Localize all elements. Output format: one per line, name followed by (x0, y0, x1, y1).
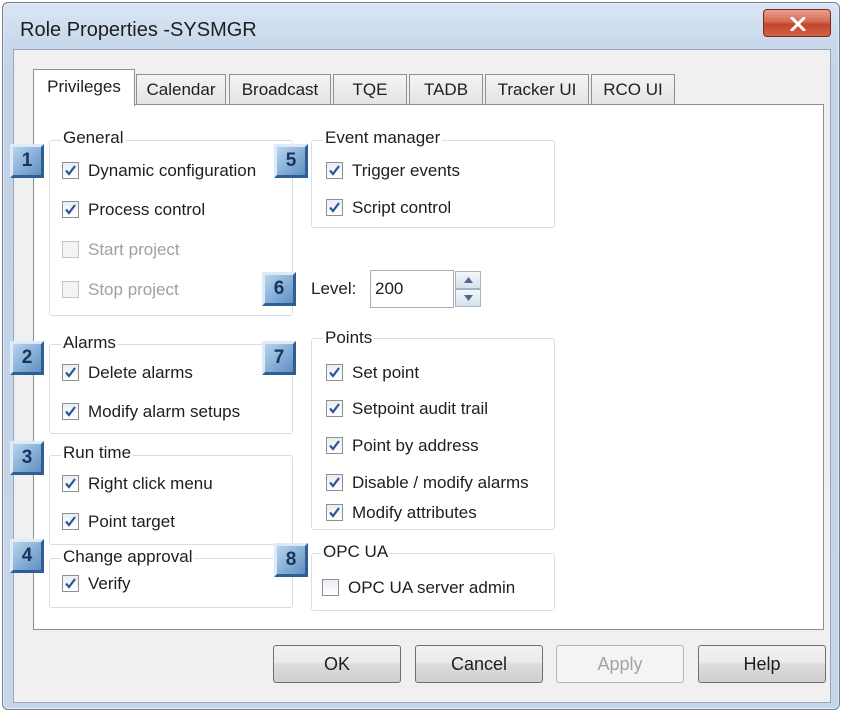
tab-label: TADB (423, 80, 469, 99)
checkbox-label: Verify (88, 574, 131, 593)
arrow-up-icon (464, 277, 473, 283)
apply-button[interactable]: Apply (556, 645, 684, 683)
checkbox-box (326, 199, 343, 216)
checkbox-label: Dynamic configuration (88, 161, 257, 180)
checkbox-box (326, 400, 343, 417)
checkbox-label: Delete alarms (88, 363, 193, 382)
checkbox-box (326, 437, 343, 454)
arrow-down-icon (464, 295, 473, 301)
checkbox-box (62, 241, 79, 258)
checkbox-label: Setpoint audit trail (352, 399, 489, 418)
checkmark-icon (329, 165, 340, 176)
checkmark-icon (329, 202, 340, 213)
opc-ua-group-title: OPC UA (321, 542, 391, 562)
close-button[interactable] (763, 9, 831, 37)
checkbox-label: Point target (88, 512, 175, 531)
checkbox-box (62, 513, 79, 530)
level-spin-up-button[interactable] (455, 271, 481, 289)
general-group-title: General (61, 128, 126, 148)
checkbox-box (62, 281, 79, 298)
cancel-button[interactable]: Cancel (415, 645, 543, 683)
help-button[interactable]: Help (698, 645, 826, 683)
tab-label: Privileges (47, 77, 121, 96)
tab-tadb[interactable]: TADB (409, 74, 483, 105)
checkmark-icon (329, 477, 340, 488)
checkmark-icon (329, 403, 340, 414)
callout-marker-7: 7 (262, 341, 296, 375)
checkbox-label: Point by address (352, 436, 479, 455)
callout-marker-3: 3 (10, 441, 44, 475)
checkbox-box (62, 403, 79, 420)
level-spin-down-button[interactable] (455, 289, 481, 307)
tab-privileges[interactable]: Privileges (33, 69, 135, 106)
callout-marker-5: 5 (274, 144, 308, 178)
checkbox-box (62, 475, 79, 492)
level-label: Level: (311, 279, 357, 298)
tab-broadcast[interactable]: Broadcast (229, 74, 331, 105)
checkbox-box (62, 364, 79, 381)
callout-marker-6: 6 (262, 272, 296, 306)
callout-marker-8: 8 (274, 543, 308, 577)
checkbox-box (326, 504, 343, 521)
checkbox-box (326, 364, 343, 381)
tab-label: Tracker UI (497, 80, 577, 99)
tab-tqe[interactable]: TQE (333, 74, 407, 105)
checkbox-label: Trigger events (352, 161, 461, 180)
checkbox-label: Script control (352, 198, 452, 217)
checkbox-label: Right click menu (88, 474, 213, 493)
checkmark-icon (65, 578, 76, 589)
checkbox-box (322, 579, 339, 596)
checkmark-icon (65, 478, 76, 489)
tab-tracker-ui[interactable]: Tracker UI (485, 74, 589, 105)
tab-rco-ui[interactable]: RCO UI (591, 74, 675, 105)
checkbox-label: Modify alarm setups (88, 402, 241, 421)
points-group-title: Points (323, 328, 375, 348)
checkmark-icon (65, 406, 76, 417)
checkmark-icon (329, 507, 340, 518)
checkbox-box (62, 162, 79, 179)
alarms-group-title: Alarms (61, 333, 118, 353)
close-x-icon (790, 17, 806, 31)
checkbox-box (326, 162, 343, 179)
tab-label: Broadcast (241, 80, 319, 99)
change-approval-group-title: Change approval (61, 547, 195, 567)
callout-marker-2: 2 (10, 341, 44, 375)
checkbox-box (62, 201, 79, 218)
checkmark-icon (329, 367, 340, 378)
checkbox-box (326, 474, 343, 491)
checkmark-icon (65, 165, 76, 176)
checkmark-icon (65, 204, 76, 215)
checkbox-label: Modify attributes (352, 503, 477, 522)
checkbox-label: Set point (352, 363, 420, 382)
checkmark-icon (65, 367, 76, 378)
checkmark-icon (329, 440, 340, 451)
runtime-group-title: Run time (61, 443, 134, 463)
tab-calendar[interactable]: Calendar (136, 74, 226, 105)
window-title: Role Properties -SYSMGR (20, 19, 257, 41)
checkbox-box (62, 575, 79, 592)
tab-label: TQE (352, 80, 388, 99)
level-input[interactable] (370, 270, 454, 308)
tab-label: RCO UI (603, 80, 663, 99)
checkbox-label: OPC UA server admin (348, 578, 516, 597)
callout-marker-4: 4 (10, 539, 44, 573)
tab-label: Calendar (146, 80, 216, 99)
checkbox-label: Start project (88, 240, 180, 259)
event-manager-group-title: Event manager (323, 128, 443, 148)
callout-marker-1: 1 (10, 144, 44, 178)
checkbox-label: Disable / modify alarms (352, 473, 529, 492)
checkmark-icon (65, 516, 76, 527)
checkbox-label: Stop project (88, 280, 179, 299)
checkbox-label: Process control (88, 200, 206, 219)
ok-button[interactable]: OK (273, 645, 401, 683)
